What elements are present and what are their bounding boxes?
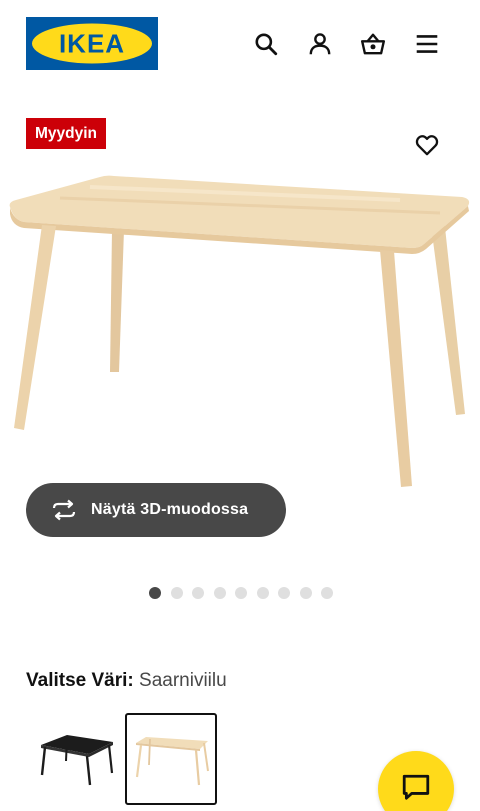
view-3d-label: Näytä 3D-muodossa — [91, 501, 249, 518]
site-header: IKEA — [0, 0, 480, 90]
carousel-dot[interactable] — [192, 587, 204, 599]
chat-button[interactable] — [378, 751, 454, 811]
carousel-dot[interactable] — [213, 587, 226, 599]
account-icon[interactable] — [304, 28, 336, 60]
ash-veneer-table-swatch[interactable] — [125, 713, 217, 805]
chat-icon — [401, 772, 431, 807]
color-value: Saarniviilu — [139, 670, 227, 691]
menu-icon[interactable] — [411, 28, 443, 60]
carousel-dot[interactable] — [256, 587, 269, 599]
carousel-dot[interactable] — [149, 587, 161, 599]
shopping-bag-icon[interactable] — [357, 28, 389, 60]
image-carousel-dots — [149, 587, 333, 599]
product-image[interactable] — [0, 160, 480, 500]
rotate-3d-icon — [50, 499, 78, 521]
color-selection-label: Valitse Väri: Saarniviilu — [26, 670, 227, 692]
heart-icon[interactable] — [410, 130, 444, 160]
carousel-dot[interactable] — [299, 587, 312, 599]
carousel-dot[interactable] — [170, 587, 183, 599]
bestseller-badge: Myydyin — [26, 118, 107, 149]
black-table-swatch[interactable] — [30, 713, 122, 805]
view-3d-button[interactable]: Näytä 3D-muodossa — [26, 483, 286, 537]
carousel-dot[interactable] — [235, 587, 247, 599]
carousel-dot[interactable] — [278, 587, 290, 599]
color-label: Valitse Väri: — [26, 670, 134, 691]
search-icon[interactable] — [250, 28, 282, 60]
ikea-logo[interactable]: IKEA — [26, 17, 158, 70]
svg-text:IKEA: IKEA — [59, 29, 125, 59]
carousel-dot[interactable] — [321, 587, 333, 599]
